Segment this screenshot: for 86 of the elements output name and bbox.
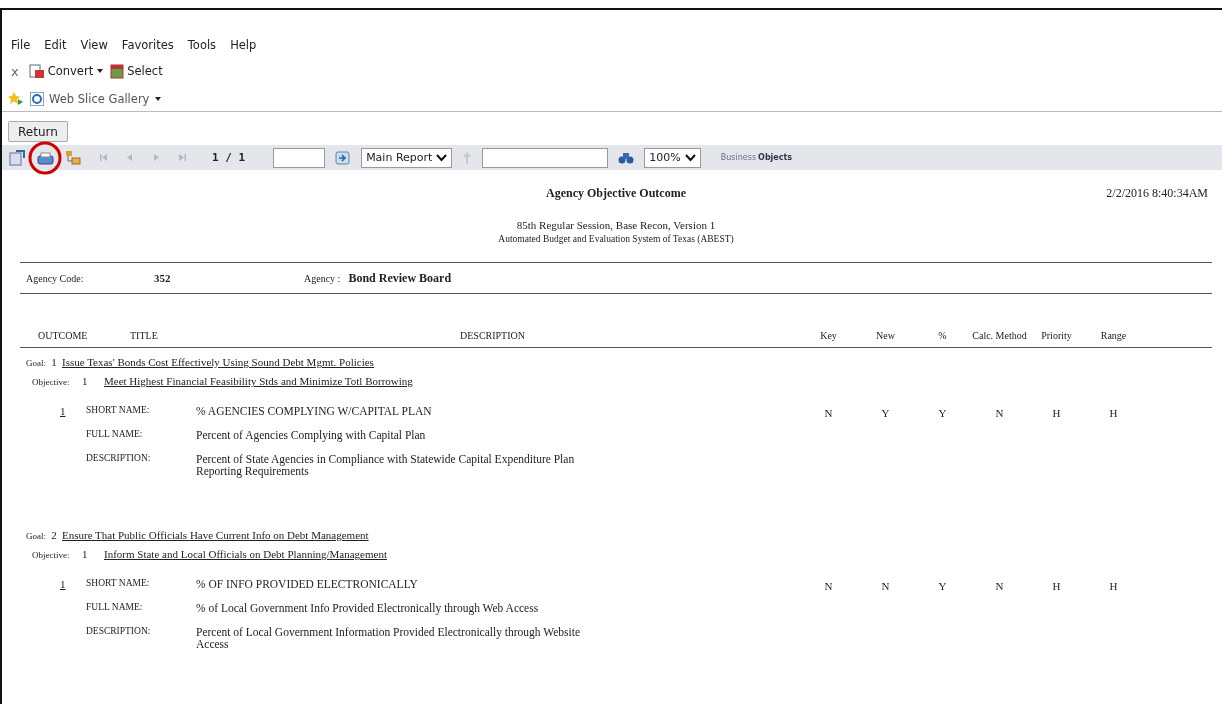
- table-cell-text: H: [1108, 407, 1119, 419]
- caret-icon: [154, 94, 163, 103]
- menu-item[interactable]: File: [11, 38, 31, 56]
- favorites-link[interactable]: Web Slice Gallery: [30, 91, 163, 106]
- objective-link[interactable]: Meet Highest Financial Feasibility Stds and Minimize Totl Borrowing: [104, 375, 413, 387]
- report-subtitle: Automated Budget and Evaluation System of Texas (ABEST): [498, 234, 734, 244]
- objective-link[interactable]: Inform State and Local Officials on Debt Planning/Management: [104, 548, 387, 561]
- chevron-icon: [436, 153, 448, 162]
- search-field[interactable]: [482, 147, 609, 168]
- caret-icon: [96, 67, 105, 75]
- chevron-icon: [684, 153, 696, 162]
- field-value: Percent of Agencies Complying with Capital Plan: [196, 429, 426, 442]
- star-icon: [8, 91, 24, 106]
- field-label: SHORT NAME:: [86, 405, 151, 415]
- column-header: OUTCOME: [38, 330, 89, 341]
- go-icon[interactable]: [335, 149, 352, 166]
- field-value: % AGENCIES COMPLYING W/CAPITAL PLAN: [196, 405, 432, 418]
- field-value: Percent of Local Government Information Provided Electronically through Website Access: [196, 626, 581, 651]
- objective-label: Objective:: [32, 377, 71, 387]
- field-value: % of Local Government Info Provided Electronically through Web Access: [196, 602, 539, 615]
- outcome-number[interactable]: 1: [60, 405, 86, 417]
- objective-number: 1: [82, 375, 89, 387]
- highlight-circle: [28, 141, 62, 175]
- menu-item[interactable]: Edit: [44, 38, 67, 56]
- menu-item[interactable]: Favorites: [121, 38, 174, 56]
- document-icon: [110, 63, 125, 79]
- outcome-number[interactable]: 1: [60, 578, 86, 591]
- objective-number: 1: [82, 548, 89, 561]
- report-title: Agency Objective Outcome: [546, 186, 686, 201]
- table-cell-text: Y: [937, 407, 948, 419]
- document-icon: [28, 63, 45, 79]
- group-dropdown[interactable]: Main Report: [361, 147, 453, 168]
- browser-icon: [30, 91, 44, 106]
- column-header: DESCRIPTION: [460, 330, 525, 341]
- table-cell-text: N: [823, 580, 834, 593]
- menu-item[interactable]: View: [80, 38, 108, 56]
- column-header: New: [875, 330, 896, 341]
- goal-number: 1: [50, 356, 58, 368]
- logo: Business Objects: [720, 153, 793, 162]
- table-cell-text: H: [1051, 407, 1062, 419]
- menu-item[interactable]: Tools: [187, 38, 217, 56]
- goal-number: 2: [50, 529, 58, 542]
- goal-link[interactable]: Issue Texas' Bonds Cost Effectively Using Sound Debt Mgmt. Policies: [62, 356, 374, 368]
- print-icon[interactable]: [36, 149, 54, 166]
- objective-label: Objective:: [32, 550, 71, 561]
- page-field[interactable]: [273, 147, 326, 168]
- field-value: Bond Review Board: [348, 270, 452, 286]
- binoculars-icon[interactable]: [618, 150, 635, 165]
- page-count: 1 / 1: [212, 151, 246, 164]
- field-label: Agency :: [304, 272, 341, 284]
- column-header: Priority: [1040, 330, 1073, 341]
- column-header: %: [937, 330, 948, 341]
- tree-icon[interactable]: [64, 149, 82, 166]
- table-cell-text: N: [994, 580, 1005, 593]
- table-cell-text: H: [1051, 580, 1062, 593]
- goal-label: Goal:: [26, 531, 46, 542]
- column-header: Key: [819, 330, 838, 341]
- table-cell-text: N: [994, 407, 1005, 419]
- menu-item[interactable]: Help: [230, 38, 257, 56]
- goal-link[interactable]: Ensure That Public Officials Have Current Info on Debt Management: [62, 529, 369, 542]
- field-label: FULL NAME:: [86, 429, 144, 440]
- field-value: 352: [154, 272, 172, 284]
- column-header: Range: [1099, 330, 1128, 341]
- table-cell-text: N: [880, 580, 891, 593]
- return-button[interactable]: Return: [8, 121, 68, 142]
- table-cell-text: N: [823, 407, 834, 419]
- report-subtitle: 85th Regular Session, Base Recon, Version 1: [516, 219, 716, 231]
- field-value: Percent of State Agencies in Compliance with Statewide Capital Expenditure Plan Reporting Requirements: [196, 453, 576, 478]
- table-cell-text: Y: [880, 407, 891, 419]
- toolbar-button[interactable]: Convert: [28, 63, 105, 79]
- field-label: DESCRIPTION:: [86, 626, 152, 637]
- goal-label: Goal:: [26, 358, 46, 368]
- field-label: FULL NAME:: [86, 602, 144, 613]
- table-cell-text: H: [1108, 580, 1119, 593]
- zoom-dropdown[interactable]: 100%: [644, 147, 701, 168]
- toolbar-button[interactable]: x: [11, 63, 23, 79]
- column-header: TITLE: [130, 330, 159, 341]
- field-label: DESCRIPTION:: [86, 453, 152, 464]
- field-value: % OF INFO PROVIDED ELECTRONICALLY: [196, 578, 418, 591]
- column-header: Calc. Method: [971, 330, 1028, 341]
- toolbar-button[interactable]: Select: [110, 63, 163, 79]
- table-cell-text: Y: [937, 580, 948, 593]
- export-icon[interactable]: [8, 149, 26, 166]
- field-label: Agency Code:: [25, 272, 85, 284]
- report-date: 2/2/2016 8:40:34AM: [1106, 186, 1208, 201]
- field-label: SHORT NAME:: [86, 578, 151, 589]
